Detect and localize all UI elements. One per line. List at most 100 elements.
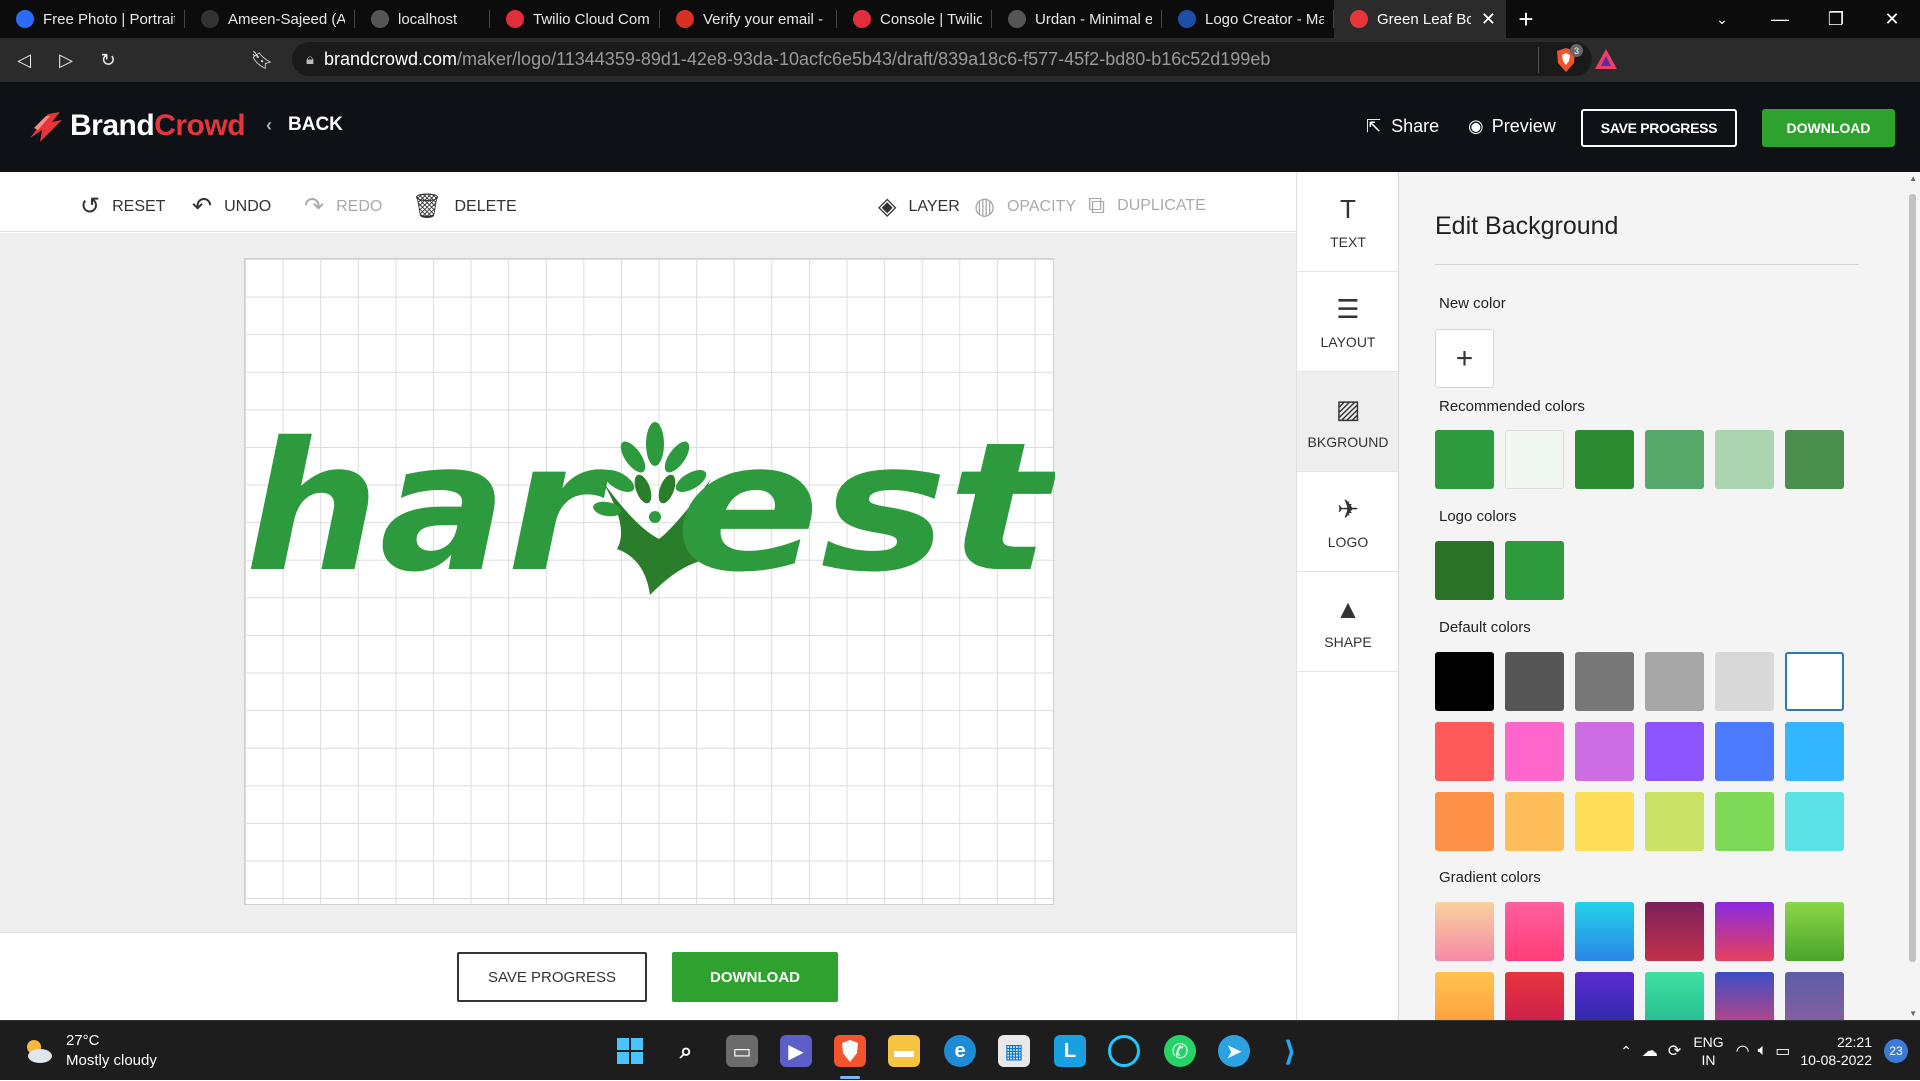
save-progress-button-bottom[interactable]: SAVE PROGRESS xyxy=(457,952,647,1002)
browser-tab[interactable]: localhost xyxy=(355,0,490,38)
default-color-swatch[interactable] xyxy=(1715,792,1774,851)
duplicate-button[interactable]: ⧉ DUPLICATE xyxy=(1088,192,1206,220)
default-color-swatch[interactable] xyxy=(1575,792,1634,851)
default-color-swatch[interactable] xyxy=(1645,722,1704,781)
task-view-icon[interactable]: ▭ xyxy=(726,1035,758,1067)
gradient-color-swatch[interactable] xyxy=(1645,902,1704,961)
default-color-swatch[interactable] xyxy=(1715,652,1774,711)
browser-tab[interactable]: Green Leaf Bou ✕ xyxy=(1334,0,1506,38)
default-color-swatch[interactable] xyxy=(1505,722,1564,781)
back-nav-icon[interactable]: ◁ xyxy=(6,50,42,71)
new-tab-button[interactable]: + xyxy=(1506,0,1546,38)
search-icon[interactable]: ⌕ xyxy=(670,1035,702,1067)
default-color-swatch[interactable] xyxy=(1645,792,1704,851)
language-indicator[interactable]: ENG IN xyxy=(1693,1033,1723,1069)
default-color-swatch[interactable] xyxy=(1785,722,1844,781)
download-button-bottom[interactable]: DOWNLOAD xyxy=(672,952,838,1002)
panel-scrollbar[interactable]: ▲ ▼ xyxy=(1906,172,1920,1020)
delete-button[interactable]: 🗑︎ DELETE xyxy=(412,192,517,221)
add-color-button[interactable]: + xyxy=(1435,329,1494,388)
forward-nav-icon[interactable]: ▷ xyxy=(48,50,84,71)
tab-search-chevron-icon[interactable]: ⌄ xyxy=(1704,0,1740,38)
onedrive-cloud-icon[interactable]: ☁ xyxy=(1642,1041,1658,1061)
scroll-down-icon[interactable]: ▼ xyxy=(1909,1009,1917,1018)
default-color-swatch[interactable] xyxy=(1575,722,1634,781)
recommended-color-swatch[interactable] xyxy=(1645,430,1704,489)
logo-text-right[interactable]: est xyxy=(675,409,1055,599)
default-color-swatch[interactable] xyxy=(1435,652,1494,711)
brave-browser-icon[interactable] xyxy=(834,1035,866,1067)
chevron-up-icon[interactable]: ⌃ xyxy=(1620,1043,1632,1060)
edge-icon[interactable]: e xyxy=(944,1035,976,1067)
gradient-color-swatch[interactable] xyxy=(1715,972,1774,1020)
gradient-color-swatch[interactable] xyxy=(1575,972,1634,1020)
default-color-swatch[interactable] xyxy=(1715,722,1774,781)
logo-text-left[interactable]: har xyxy=(245,409,610,599)
default-color-swatch[interactable] xyxy=(1435,792,1494,851)
notification-badge[interactable]: 23 xyxy=(1884,1039,1908,1063)
side-menu-item-shape[interactable]: ▲ SHAPE xyxy=(1297,572,1399,672)
restore-icon[interactable]: ❐ xyxy=(1808,9,1864,30)
default-color-swatch[interactable] xyxy=(1645,652,1704,711)
whatsapp-icon[interactable]: ✆ xyxy=(1164,1035,1196,1067)
recommended-color-swatch[interactable] xyxy=(1575,430,1634,489)
browser-tab[interactable]: Ameen-Sajeed (AM xyxy=(185,0,355,38)
download-button[interactable]: DOWNLOAD xyxy=(1762,109,1895,147)
bookmark-icon[interactable]: 🔖︎ xyxy=(244,50,280,71)
save-progress-button[interactable]: SAVE PROGRESS xyxy=(1581,109,1737,147)
recommended-color-swatch[interactable] xyxy=(1435,430,1494,489)
side-menu-item-bkground[interactable]: ▨ BKGROUND xyxy=(1297,372,1399,472)
gradient-color-swatch[interactable] xyxy=(1715,902,1774,961)
gradient-color-swatch[interactable] xyxy=(1505,902,1564,961)
logo-color-swatch[interactable] xyxy=(1505,541,1564,600)
brave-shield-icon[interactable]: 3 xyxy=(1552,44,1583,74)
opacity-button[interactable]: ◍ OPACITY xyxy=(974,192,1076,221)
browser-tab[interactable]: Verify your email - xyxy=(660,0,837,38)
sync-icon[interactable]: ⟳ xyxy=(1668,1041,1681,1061)
microsoft-store-icon[interactable]: ▦ xyxy=(998,1035,1030,1067)
url-bar[interactable]: 🔒︎ brandcrowd.com/maker/logo/11344359-89… xyxy=(292,42,1592,76)
gradient-color-swatch[interactable] xyxy=(1575,902,1634,961)
layer-button[interactable]: ◈ LAYER xyxy=(878,192,960,221)
gradient-color-swatch[interactable] xyxy=(1645,972,1704,1020)
weather-widget[interactable]: 27°C Mostly cloudy xyxy=(22,1031,157,1071)
browser-tab[interactable]: Urdan - Minimal eC xyxy=(992,0,1162,38)
cortana-icon[interactable] xyxy=(1108,1035,1140,1067)
default-color-swatch[interactable] xyxy=(1505,652,1564,711)
harvest-logo[interactable]: har est xyxy=(245,409,1055,599)
telegram-icon[interactable]: ➤ xyxy=(1218,1035,1250,1067)
redo-button[interactable]: ↷ REDO xyxy=(304,192,382,221)
share-button[interactable]: ⇱ Share xyxy=(1366,116,1439,137)
logo-color-swatch[interactable] xyxy=(1435,541,1494,600)
vscode-icon[interactable]: ⟩ xyxy=(1274,1035,1306,1067)
browser-tab[interactable]: Free Photo | Portrait xyxy=(0,0,185,38)
gradient-color-swatch[interactable] xyxy=(1435,902,1494,961)
back-link[interactable]: ‹ BACK xyxy=(266,114,343,136)
gradient-color-swatch[interactable] xyxy=(1505,972,1564,1020)
recommended-color-swatch[interactable] xyxy=(1505,430,1564,489)
browser-tab[interactable]: Logo Creator - Mak xyxy=(1162,0,1334,38)
default-color-swatch[interactable] xyxy=(1505,792,1564,851)
default-color-swatch[interactable] xyxy=(1575,652,1634,711)
gradient-color-swatch[interactable] xyxy=(1435,972,1494,1020)
side-menu-item-text[interactable]: T TEXT xyxy=(1297,172,1399,272)
close-window-icon[interactable]: ✕ xyxy=(1864,9,1920,30)
windows-start-icon[interactable] xyxy=(614,1035,646,1067)
recommended-color-swatch[interactable] xyxy=(1785,430,1844,489)
minimize-icon[interactable]: — xyxy=(1752,9,1808,30)
gradient-color-swatch[interactable] xyxy=(1785,972,1844,1020)
reset-button[interactable]: ↺ RESET xyxy=(80,192,165,221)
reload-icon[interactable]: ↻ xyxy=(90,50,126,71)
default-color-swatch[interactable] xyxy=(1785,652,1844,711)
volume-icon[interactable]: 🔈︎ xyxy=(1758,1042,1768,1060)
scrollbar-thumb[interactable] xyxy=(1909,194,1916,962)
default-color-swatch[interactable] xyxy=(1435,722,1494,781)
side-menu-item-layout[interactable]: ☰ LAYOUT xyxy=(1297,272,1399,372)
default-color-swatch[interactable] xyxy=(1785,792,1844,851)
close-tab-icon[interactable]: ✕ xyxy=(1481,9,1496,30)
clock[interactable]: 22:21 10-08-2022 xyxy=(1800,1033,1872,1069)
l-app-icon[interactable]: L xyxy=(1054,1035,1086,1067)
gradient-color-swatch[interactable] xyxy=(1785,902,1844,961)
wifi-icon[interactable]: ◠ xyxy=(1736,1041,1750,1061)
side-menu-item-logo[interactable]: ✈ LOGO xyxy=(1297,472,1399,572)
